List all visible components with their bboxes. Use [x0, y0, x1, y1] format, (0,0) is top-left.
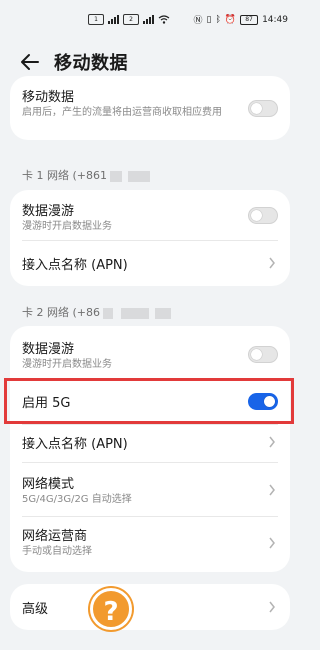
mobile-data-row[interactable]: 移动数据 启用后，产生的流量将由运营商收取相应费用 [10, 76, 290, 140]
redacted-number [103, 307, 113, 319]
sim1-roaming-title: 数据漫游 [22, 204, 75, 219]
sim1-roaming-toggle[interactable] [248, 207, 278, 224]
signal-area: 1 2 [88, 14, 170, 25]
network-operator-subtitle: 手动或自动选择 [22, 546, 92, 557]
sim2-roaming-title: 数据漫游 [22, 342, 75, 357]
sim1-roaming-row[interactable]: 数据漫游 漫游时开启数据业务 [10, 190, 290, 240]
mobile-data-toggle[interactable] [248, 100, 278, 117]
chevron-right-icon [269, 537, 275, 549]
sim1-section-label: 卡 1 网络 (+861 [22, 167, 150, 183]
advanced-row[interactable]: 高级 [10, 584, 290, 630]
network-operator-row[interactable]: 网络运营商 手动或自动选择 [10, 517, 290, 572]
sim2-label-text: 卡 2 网络 (+86 [22, 306, 100, 319]
status-icons: Ⓝ ▯ ᛒ ⏰ 87 14:49 [193, 13, 288, 26]
network-mode-subtitle: 5G/4G/3G/2G 自动选择 [22, 494, 132, 505]
redacted-number [121, 307, 149, 319]
sim1-roaming-subtitle: 漫游时开启数据业务 [22, 221, 112, 232]
network-operator-title: 网络运营商 [22, 529, 88, 544]
enable-5g-toggle[interactable] [248, 393, 278, 410]
redacted-number [110, 170, 122, 182]
mobile-data-subtitle: 启用后，产生的流量将由运营商收取相应费用 [22, 107, 222, 118]
sim2-roaming-row[interactable]: 数据漫游 漫游时开启数据业务 [10, 326, 290, 376]
sim1-card: 数据漫游 漫游时开启数据业务 接入点名称 (APN) [10, 190, 290, 286]
signal-bars-icon [108, 15, 119, 24]
sim1-apn-row[interactable]: 接入点名称 (APN) [10, 241, 290, 286]
mobile-data-card: 移动数据 启用后，产生的流量将由运营商收取相应费用 [10, 76, 290, 140]
advanced-card: 高级 [10, 584, 290, 630]
vibrate-icon: ▯ [206, 14, 212, 25]
status-bar: 1 2 Ⓝ ▯ ᛒ ⏰ 87 14:49 [0, 0, 300, 40]
sim1-icon: 1 [88, 14, 104, 25]
chevron-right-icon [269, 484, 275, 496]
sim2-apn-title: 接入点名称 (APN) [22, 437, 128, 452]
redacted-number [128, 170, 150, 182]
toggle-knob [251, 210, 262, 221]
sim2-apn-row[interactable]: 接入点名称 (APN) [10, 425, 290, 467]
redacted-number [155, 307, 171, 319]
sim2-roaming-toggle[interactable] [248, 346, 278, 363]
sim1-label-text: 卡 1 网络 (+861 [22, 169, 107, 182]
sim2-section-label: 卡 2 网络 (+86 [22, 304, 171, 320]
toggle-knob [264, 396, 275, 407]
help-icon[interactable]: ? [90, 588, 132, 630]
sim2-icon: 2 [123, 14, 139, 25]
nfc-icon: Ⓝ [193, 16, 203, 26]
chevron-right-icon [269, 436, 275, 448]
network-mode-title: 网络模式 [22, 477, 75, 492]
enable-5g-row[interactable]: 启用 5G [10, 379, 290, 423]
enable-5g-title: 启用 5G [22, 396, 71, 411]
mobile-data-title: 移动数据 [22, 90, 75, 105]
sim2-roaming-subtitle: 漫游时开启数据业务 [22, 359, 112, 370]
toggle-knob [251, 103, 262, 114]
sim2-card: 数据漫游 漫游时开启数据业务 启用 5G 接入点名称 (APN) 网络模式 5G… [10, 326, 290, 572]
back-arrow-icon[interactable] [18, 50, 42, 74]
battery-icon: 87 [240, 14, 259, 25]
clock: 14:49 [262, 14, 288, 25]
page-title: 移动数据 [54, 53, 128, 74]
network-mode-row[interactable]: 网络模式 5G/4G/3G/2G 自动选择 [10, 463, 290, 515]
alarm-icon: ⏰ [224, 14, 237, 25]
bluetooth-icon: ᛒ [215, 14, 221, 25]
toggle-knob [251, 349, 262, 360]
signal-bars-icon [143, 15, 154, 24]
sim1-apn-title: 接入点名称 (APN) [22, 258, 128, 273]
wifi-icon [158, 15, 170, 24]
chevron-right-icon [269, 601, 275, 613]
chevron-right-icon [269, 257, 275, 269]
advanced-title: 高级 [22, 602, 49, 617]
